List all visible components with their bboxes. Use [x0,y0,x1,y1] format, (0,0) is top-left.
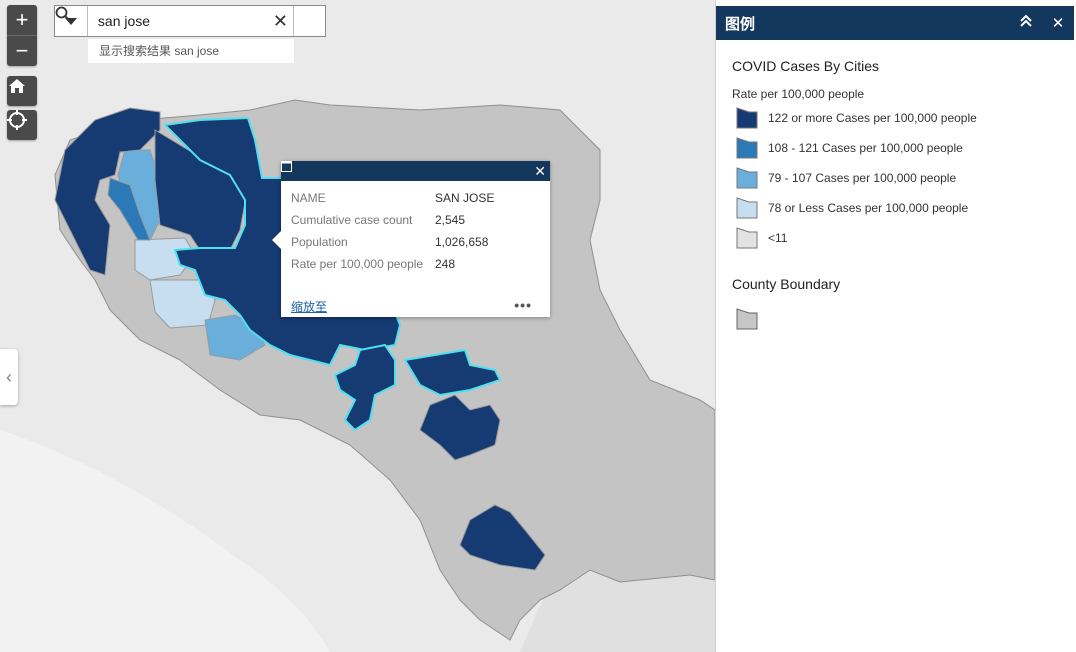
locate-button[interactable] [7,110,37,140]
popup-pointer [272,231,281,249]
legend-item [736,308,768,330]
expand-panel-tab[interactable]: ‹ [0,349,18,405]
field-value: 248 [435,257,456,271]
home-button[interactable] [7,76,37,106]
clear-icon[interactable]: ✕ [268,6,293,36]
field-value: 1,026,658 [435,235,489,249]
zoom-out-button[interactable]: − [7,36,37,66]
legend-item: 122 or more Cases per 100,000 people [736,107,977,129]
legend-swatch [736,227,758,249]
field-key: NAME [291,191,326,205]
legend-item-label: 78 or Less Cases per 100,000 people [768,201,969,215]
legend-header: 图例 ✕ [716,6,1074,40]
legend-item-label: 108 - 121 Cases per 100,000 people [768,141,963,155]
field-value: SAN JOSE [435,191,495,205]
legend-item: 108 - 121 Cases per 100,000 people [736,137,963,159]
search-input[interactable] [87,6,268,36]
legend-layer-title: COVID Cases By Cities [732,58,880,74]
field-key: Cumulative case count [291,213,413,227]
zoom-in-button[interactable]: + [7,5,37,36]
popup-fields: NAME SAN JOSE Cumulative case count 2,545 … [291,191,494,279]
legend-swatch [736,107,758,129]
zoom-to-link[interactable]: 缩放至 [291,298,327,315]
field-key: Rate per 100,000 people [291,257,424,271]
field-value: 2,545 [435,213,466,227]
legend-item-label: <11 [768,231,788,245]
feature-popup: ✕ NAME SAN JOSE Cumulative case count 2,54… [272,161,550,317]
table-row: Cumulative case count 2,545 [291,213,494,235]
map-canvas[interactable] [0,0,715,652]
zoom-controls: + − [7,5,37,66]
legend-item: 79 - 107 Cases per 100,000 people [736,167,956,189]
legend-swatch [736,308,758,330]
crosshair-icon [7,110,37,140]
legend-layer-title: County Boundary [732,276,841,292]
search-button[interactable] [55,6,325,36]
legend-item: <11 [736,227,787,249]
close-icon[interactable]: ✕ [534,164,546,178]
legend-swatch [736,137,758,159]
legend-panel: 图例 ✕ COVID Cases By Cities Rate per 100,… [715,0,1076,652]
legend-item-label: 79 - 107 Cases per 100,000 people [768,171,957,185]
search-icon [55,6,71,22]
table-row: Rate per 100,000 people 248 [291,257,494,279]
table-row: NAME SAN JOSE [291,191,494,213]
legend-item: 78 or Less Cases per 100,000 people [736,197,968,219]
field-key: Population [291,235,348,249]
map-view[interactable]: + − ✕ 显示搜索结果 san jose ✕ NAME SAN JOSE Cum… [0,0,715,652]
close-icon[interactable]: ✕ [1042,14,1074,32]
legend-title: 图例 [725,15,756,33]
popup-header: ✕ [281,161,550,181]
table-row: Population 1,026,658 [291,235,494,257]
more-options-icon[interactable]: ••• [514,297,532,313]
search-suggestion[interactable]: 显示搜索结果 san jose [88,39,294,63]
collapse-icon[interactable] [1010,14,1042,32]
search-widget: ✕ [54,5,326,37]
legend-item-label: 122 or more Cases per 100,000 people [768,111,977,125]
home-icon [7,76,37,106]
legend-swatch [736,167,758,189]
legend-swatch [736,197,758,219]
legend-layer-subtitle: Rate per 100,000 people [732,87,865,101]
